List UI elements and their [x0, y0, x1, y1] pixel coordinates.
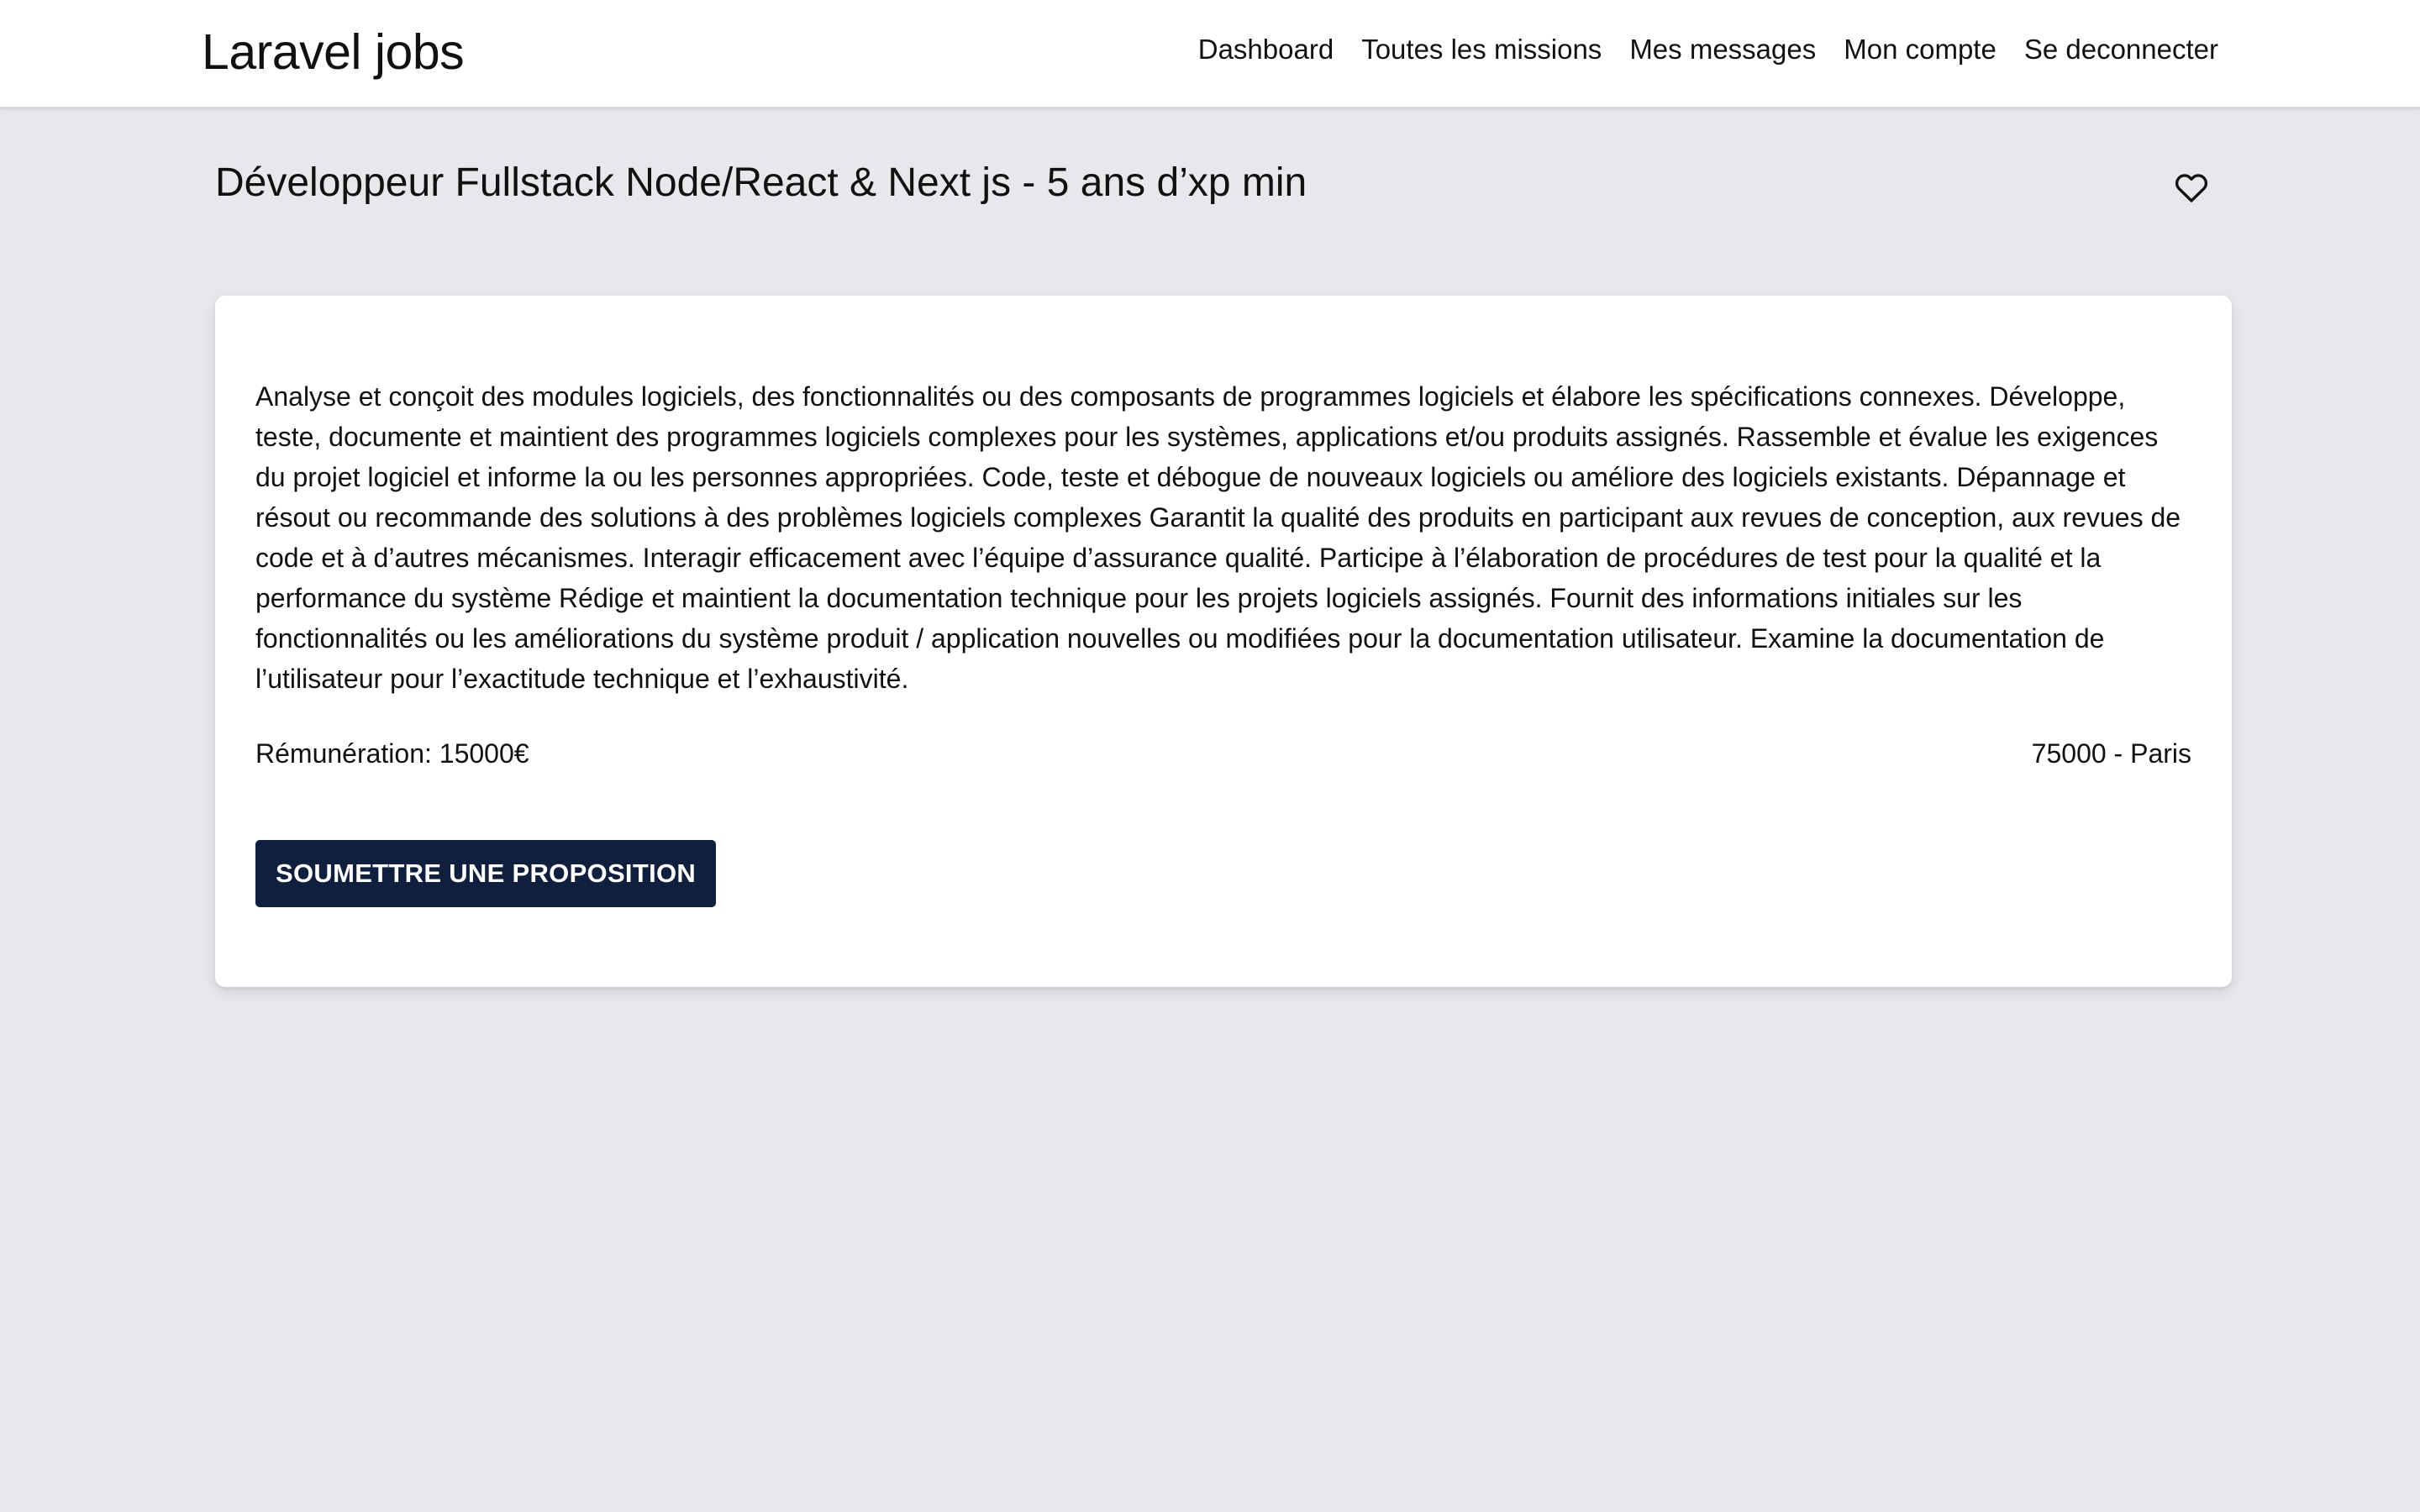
submit-proposal-button[interactable]: SOUMETTRE UNE PROPOSITION	[255, 840, 717, 907]
mission-card: Analyse et conçoit des modules logiciels…	[215, 296, 2232, 987]
top-navbar: Laravel jobs Dashboard Toutes les missio…	[0, 0, 2420, 108]
nav-link-logout[interactable]: Se deconnecter	[2024, 34, 2218, 66]
mission-salary: Rémunération: 15000€	[255, 738, 529, 769]
favorite-button[interactable]	[2175, 171, 2208, 205]
main-nav: Dashboard Toutes les missions Mes messag…	[1198, 34, 2218, 66]
nav-link-dashboard[interactable]: Dashboard	[1198, 34, 1334, 66]
mission-title: Développeur Fullstack Node/React & Next …	[215, 160, 1307, 205]
nav-link-my-account[interactable]: Mon compte	[1844, 34, 1996, 66]
mission-location: 75000 - Paris	[2031, 738, 2191, 769]
mission-description: Analyse et conçoit des modules logiciels…	[255, 381, 2181, 694]
brand-logo-text[interactable]: Laravel jobs	[202, 24, 465, 81]
nav-link-all-missions[interactable]: Toutes les missions	[1361, 34, 1602, 66]
nav-link-my-messages[interactable]: Mes messages	[1629, 34, 1816, 66]
heart-outline-icon	[2175, 174, 2208, 202]
